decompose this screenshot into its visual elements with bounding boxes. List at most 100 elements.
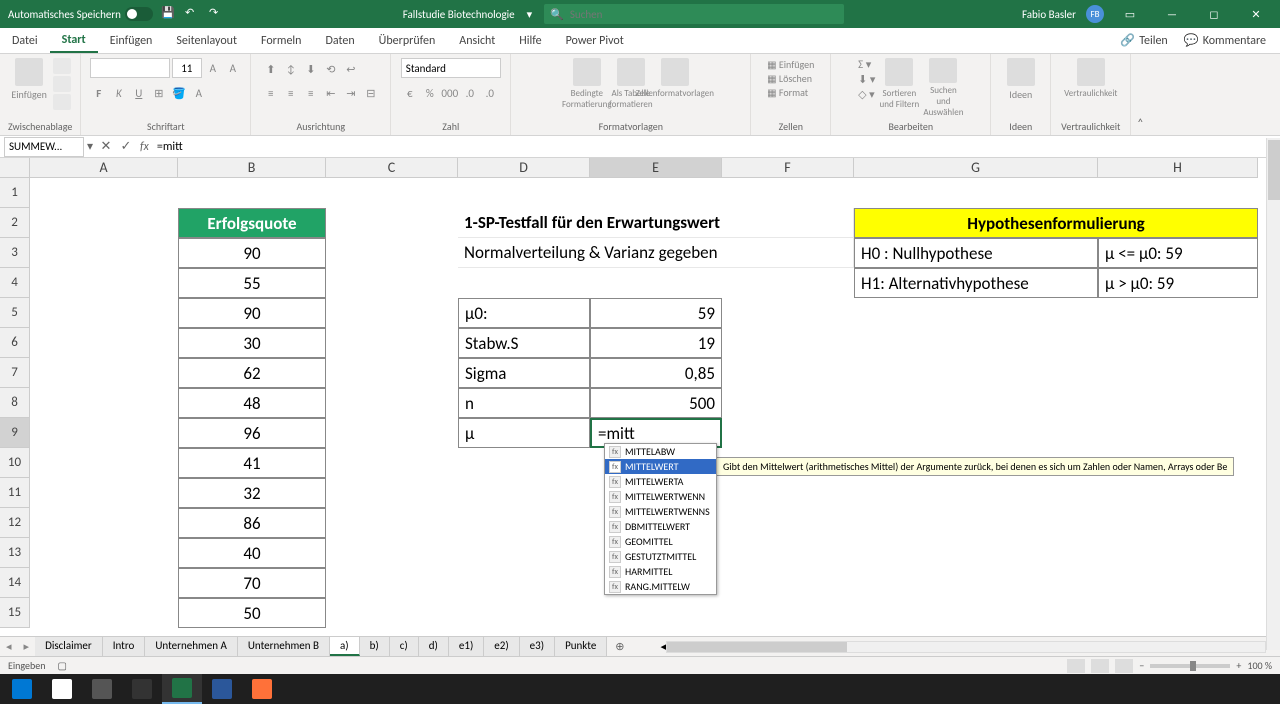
autosum-button[interactable]: Σ ▾ — [858, 58, 875, 71]
align-left-icon[interactable]: ≡ — [262, 84, 280, 102]
format-painter-button[interactable] — [53, 94, 71, 110]
zoom-in-icon[interactable]: + — [1236, 659, 1241, 672]
row-header-13[interactable]: 13 — [0, 538, 30, 568]
cell-D9[interactable]: µ — [458, 418, 590, 448]
autocomplete-item[interactable]: fxMITTELABW — [605, 444, 716, 459]
chevron-down-icon[interactable]: ▾ — [527, 8, 533, 21]
taskbar-word[interactable] — [202, 674, 242, 704]
bold-button[interactable]: F — [90, 84, 108, 102]
autocomplete-item[interactable]: fxRANG.MITTELW — [605, 579, 716, 594]
cell-B3[interactable]: 90 — [178, 238, 326, 268]
indent-dec-icon[interactable]: ⇤ — [322, 84, 340, 102]
scrollbar-thumb[interactable] — [667, 642, 847, 652]
search-input[interactable] — [570, 8, 838, 21]
col-header-E[interactable]: E — [590, 158, 722, 178]
close-icon[interactable]: ✕ — [1240, 0, 1272, 28]
sheet-tab[interactable]: e3) — [520, 637, 555, 656]
clear-button[interactable]: ◇ ▾ — [858, 88, 875, 101]
sheet-tab[interactable]: e1) — [449, 637, 484, 656]
cell-H4[interactable]: µ > µ0: 59 — [1098, 268, 1258, 298]
tab-hilfe[interactable]: Hilfe — [507, 28, 553, 53]
collapse-ribbon-icon[interactable]: ˄ — [1131, 54, 1149, 135]
user-name[interactable]: Fabio Basler — [1022, 8, 1076, 21]
sheet-tab[interactable]: c) — [390, 637, 419, 656]
cell-D6[interactable]: Stabw.S — [458, 328, 590, 358]
decrease-decimal-icon[interactable]: .0 — [481, 84, 499, 102]
cell-D3[interactable]: Normalverteilung & Varianz gegeben — [458, 238, 854, 268]
tab-start[interactable]: Start — [50, 28, 98, 53]
tab-power pivot[interactable]: Power Pivot — [554, 28, 636, 53]
row-header-6[interactable]: 6 — [0, 328, 30, 358]
cut-button[interactable] — [53, 58, 71, 74]
sheet-tab[interactable]: d) — [419, 637, 449, 656]
sheet-tab[interactable]: a) — [330, 637, 360, 656]
taskbar-search[interactable] — [42, 674, 82, 704]
conditional-formatting-button[interactable]: Bedingte Formatierung — [567, 58, 607, 118]
cell-B4[interactable]: 55 — [178, 268, 326, 298]
maximize-icon[interactable]: ◻ — [1198, 0, 1230, 28]
zoom-level[interactable]: 100 % — [1247, 659, 1272, 672]
cell-E8[interactable]: 500 — [590, 388, 722, 418]
cell-E7[interactable]: 0,85 — [590, 358, 722, 388]
cell-styles-button[interactable]: Zellenformatvorlagen — [655, 58, 695, 118]
increase-font-icon[interactable]: A — [204, 59, 222, 77]
merge-icon[interactable]: ⊟ — [362, 84, 380, 102]
row-header-5[interactable]: 5 — [0, 298, 30, 328]
taskbar-taskview[interactable] — [122, 674, 162, 704]
font-name-input[interactable] — [90, 58, 170, 78]
col-header-B[interactable]: B — [178, 158, 326, 178]
sheet-nav-prev-icon[interactable]: ◂ — [0, 640, 18, 653]
cell-B5[interactable]: 90 — [178, 298, 326, 328]
row-header-9[interactable]: 9 — [0, 418, 30, 448]
redo-icon[interactable]: ↷ — [209, 6, 225, 22]
autosave-toggle[interactable]: Automatisches Speichern — [8, 7, 153, 21]
sheet-tab[interactable]: e2) — [484, 637, 519, 656]
add-sheet-button[interactable]: ⊕ — [607, 640, 632, 653]
comments-button[interactable]: 💬 Kommentare — [1178, 31, 1272, 50]
indent-inc-icon[interactable]: ⇥ — [342, 84, 360, 102]
ribbon-mode-icon[interactable]: ▭ — [1114, 0, 1146, 28]
autocomplete-item[interactable]: fxMITTELWERTWENNS — [605, 504, 716, 519]
decrease-font-icon[interactable]: A — [224, 59, 242, 77]
underline-button[interactable]: U — [130, 84, 148, 102]
fill-color-button[interactable]: 🪣 — [170, 84, 188, 102]
document-title[interactable]: Fallstudie Biotechnologie — [403, 8, 515, 21]
align-center-icon[interactable]: ≡ — [282, 84, 300, 102]
cell-B7[interactable]: 62 — [178, 358, 326, 388]
currency-icon[interactable]: € — [401, 84, 419, 102]
format-cells-button[interactable]: ▦ Format — [767, 86, 808, 99]
cell-D5[interactable]: µ0: — [458, 298, 590, 328]
cell-B10[interactable]: 41 — [178, 448, 326, 478]
autocomplete-item[interactable]: fxGEOMITTEL — [605, 534, 716, 549]
undo-icon[interactable]: ↶ — [185, 6, 201, 22]
cell-E5[interactable]: 59 — [590, 298, 722, 328]
page-layout-view-icon[interactable] — [1091, 659, 1109, 673]
autocomplete-item[interactable]: fxGESTUTZTMITTEL — [605, 549, 716, 564]
formula-input[interactable]: =mitt — [153, 140, 1258, 154]
sheet-tab[interactable]: Disclaimer — [35, 637, 103, 656]
col-header-G[interactable]: G — [854, 158, 1098, 178]
zoom-out-icon[interactable]: − — [1139, 659, 1144, 672]
tab-einfügen[interactable]: Einfügen — [98, 28, 165, 53]
cell-B13[interactable]: 40 — [178, 538, 326, 568]
accept-formula-icon[interactable]: ✓ — [116, 139, 136, 154]
col-header-C[interactable]: C — [326, 158, 458, 178]
delete-cells-button[interactable]: ▦ Löschen — [767, 72, 812, 85]
percent-icon[interactable]: % — [421, 84, 439, 102]
sheet-tab[interactable]: Punkte — [555, 637, 607, 656]
taskbar-excel[interactable] — [162, 674, 202, 704]
autocomplete-item[interactable]: fxMITTELWERTWENN — [605, 489, 716, 504]
tab-überprüfen[interactable]: Überprüfen — [367, 28, 448, 53]
worksheet-grid[interactable]: ABCDEFGH 123456789101112131415 Erfolgsqu… — [0, 158, 1280, 636]
cell-B15[interactable]: 50 — [178, 598, 326, 628]
row-header-15[interactable]: 15 — [0, 598, 30, 628]
name-box-dropdown-icon[interactable]: ▾ — [84, 139, 96, 154]
fill-button[interactable]: ⬇ ▾ — [858, 73, 875, 86]
col-header-F[interactable]: F — [722, 158, 854, 178]
sheet-tab[interactable]: b) — [360, 637, 390, 656]
tab-seitenlayout[interactable]: Seitenlayout — [164, 28, 249, 53]
align-middle-icon[interactable]: ↕ — [282, 60, 300, 78]
taskbar-firefox[interactable] — [242, 674, 282, 704]
cell-B6[interactable]: 30 — [178, 328, 326, 358]
row-header-3[interactable]: 3 — [0, 238, 30, 268]
